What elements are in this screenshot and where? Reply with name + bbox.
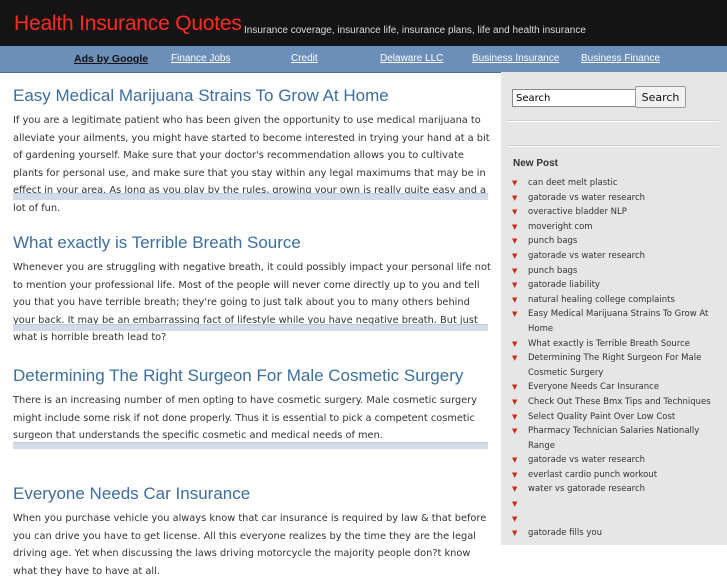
post-divider [13, 193, 488, 200]
new-post-item: ▼ everlast cardio punch workout [512, 468, 720, 483]
new-post-item: ▼ gatorade vs water research [512, 453, 720, 468]
ad-link-business-insurance[interactable]: Business Insurance [472, 53, 559, 64]
new-post-link[interactable]: Check Out These Bmx Tips and Techniques [528, 397, 711, 407]
main-content: Easy Medical Marijuana Strains To Grow A… [0, 72, 501, 577]
ad-link-credit[interactable]: Credit [291, 53, 318, 64]
new-post-link[interactable]: Everyone Needs Car Insurance [528, 382, 659, 392]
ads-by-google-link[interactable]: Ads by Google [74, 53, 148, 65]
post-title[interactable]: Everyone Needs Car Insurance [13, 484, 491, 504]
ad-link-business-finance[interactable]: Business Finance [581, 53, 660, 64]
red-chevron-bullet-icon: ▼ [512, 339, 518, 348]
new-post-item: ▼ Determining The Right Surgeon For Male … [512, 351, 720, 380]
new-post-item: ▼ can deet melt plastic [512, 176, 720, 191]
site-title[interactable]: Health Insurance Quotes [14, 12, 242, 36]
red-chevron-bullet-icon: ▼ [512, 237, 518, 246]
new-post-item: ▼ water vs gatorade research [512, 482, 720, 497]
red-chevron-bullet-icon: ▼ [512, 179, 518, 187]
post-divider [13, 324, 488, 331]
red-chevron-bullet-icon: ▼ [512, 456, 518, 465]
red-chevron-bullet-icon: ▼ [512, 485, 518, 494]
new-post-item: ▼ gatorade liability [512, 278, 720, 293]
new-post-item: ▼ Everyone Needs Car Insurance [512, 380, 720, 395]
post-title[interactable]: Easy Medical Marijuana Strains To Grow A… [13, 86, 491, 106]
new-post-link[interactable]: water vs gatorade research [528, 484, 645, 494]
post: Everyone Needs Car Insurance When you pu… [13, 484, 491, 580]
new-post-link[interactable]: Easy Medical Marijuana Strains To Grow A… [528, 309, 708, 334]
red-chevron-bullet-icon: ▼ [512, 266, 518, 275]
new-post-link[interactable]: Determining The Right Surgeon For Male C… [528, 353, 701, 378]
site-tagline: Insurance coverage, insurance life, insu… [244, 25, 586, 36]
new-post-item: ▼ What exactly is Terrible Breath Source [512, 337, 720, 352]
new-post-item: ▼ [512, 497, 720, 512]
new-post-item: ▼ punch bags [512, 234, 720, 249]
new-post-item: ▼ overactive bladder NLP [512, 205, 720, 220]
red-chevron-bullet-icon: ▼ [512, 222, 518, 231]
new-post-item: ▼ punch bags [512, 264, 720, 279]
post: Determining The Right Surgeon For Male C… [13, 366, 491, 445]
new-post-list: ▼ can deet melt plastic ▼ gatorade vs water… [512, 176, 720, 541]
new-post-item: ▼ Select Quality Paint Over Low Cost [512, 410, 720, 425]
new-post-link[interactable]: What exactly is Terrible Breath Source [528, 339, 690, 349]
post-excerpt: When you purchase vehicle you always kno… [13, 513, 487, 577]
sidebar-divider [507, 145, 719, 147]
new-post-item: ▼ Pharmacy Technician Salaries Nationally… [512, 424, 720, 453]
new-post-link[interactable]: natural healing college complaints [528, 295, 675, 305]
red-chevron-bullet-icon: ▼ [512, 500, 518, 509]
new-post-link[interactable]: Pharmacy Technician Salaries Nationally … [528, 426, 699, 451]
new-post-item: ▼ gatorade fills you [512, 526, 720, 541]
new-post-link[interactable]: gatorade liability [528, 280, 600, 290]
new-post-link[interactable]: punch bags [528, 266, 577, 276]
red-chevron-bullet-icon: ▼ [512, 310, 518, 319]
search-button[interactable]: Search [635, 86, 686, 108]
new-post-item: ▼ gatorade vs water research [512, 249, 720, 264]
post-excerpt: Whenever you are struggling with negativ… [13, 262, 491, 343]
red-chevron-bullet-icon: ▼ [512, 208, 518, 217]
red-chevron-bullet-icon: ▼ [512, 514, 518, 523]
post-title[interactable]: Determining The Right Surgeon For Male C… [13, 366, 491, 386]
new-post-item: ▼ Check Out These Bmx Tips and Techniques [512, 395, 720, 410]
new-post-link[interactable]: gatorade vs water research [528, 193, 645, 203]
new-post-link[interactable]: punch bags [528, 236, 577, 246]
site-header: Health Insurance Quotes Insurance covera… [0, 0, 727, 46]
new-post-link[interactable]: overactive bladder NLP [528, 207, 627, 217]
red-chevron-bullet-icon: ▼ [512, 193, 518, 202]
new-post-link[interactable]: gatorade vs water research [528, 251, 645, 261]
red-chevron-bullet-icon: ▼ [512, 281, 518, 290]
red-chevron-bullet-icon: ▼ [512, 383, 518, 392]
search-input[interactable] [512, 89, 637, 107]
red-chevron-bullet-icon: ▼ [512, 470, 518, 479]
post-excerpt: If you are a legitimate patient who has … [13, 115, 490, 214]
ad-link-finance-jobs[interactable]: Finance Jobs [171, 53, 230, 64]
new-post-link[interactable]: gatorade vs water research [528, 455, 645, 465]
post-title[interactable]: What exactly is Terrible Breath Source [13, 233, 491, 253]
new-post-link[interactable]: moveright com [528, 222, 593, 232]
new-post-item: ▼ Easy Medical Marijuana Strains To Grow … [512, 307, 720, 336]
red-chevron-bullet-icon: ▼ [512, 412, 518, 421]
post-excerpt: There is an increasing number of men opt… [13, 395, 478, 441]
ad-link-bar: Ads by Google Finance Jobs Credit Delawa… [0, 46, 727, 73]
red-chevron-bullet-icon: ▼ [512, 354, 518, 363]
new-post-link[interactable]: Select Quality Paint Over Low Cost [528, 412, 675, 422]
sidebar-divider [507, 120, 719, 122]
new-post-item: ▼ natural healing college complaints [512, 293, 720, 308]
red-chevron-bullet-icon: ▼ [512, 529, 518, 538]
red-chevron-bullet-icon: ▼ [512, 397, 518, 406]
new-post-heading: New Post [513, 158, 559, 169]
ad-link-delaware-llc[interactable]: Delaware LLC [380, 53, 443, 64]
new-post-link[interactable]: can deet melt plastic [528, 178, 618, 188]
new-post-item: ▼ [512, 512, 720, 527]
new-post-item: ▼ moveright com [512, 220, 720, 235]
sidebar: Search New Post ▼ can deet melt plastic ▼ g… [501, 72, 727, 545]
red-chevron-bullet-icon: ▼ [512, 427, 518, 436]
red-chevron-bullet-icon: ▼ [512, 251, 518, 260]
red-chevron-bullet-icon: ▼ [512, 295, 518, 304]
new-post-item: ▼ gatorade vs water research [512, 191, 720, 206]
new-post-link[interactable]: gatorade fills you [528, 528, 602, 538]
new-post-link[interactable]: everlast cardio punch workout [528, 470, 657, 480]
post-divider [13, 442, 488, 449]
